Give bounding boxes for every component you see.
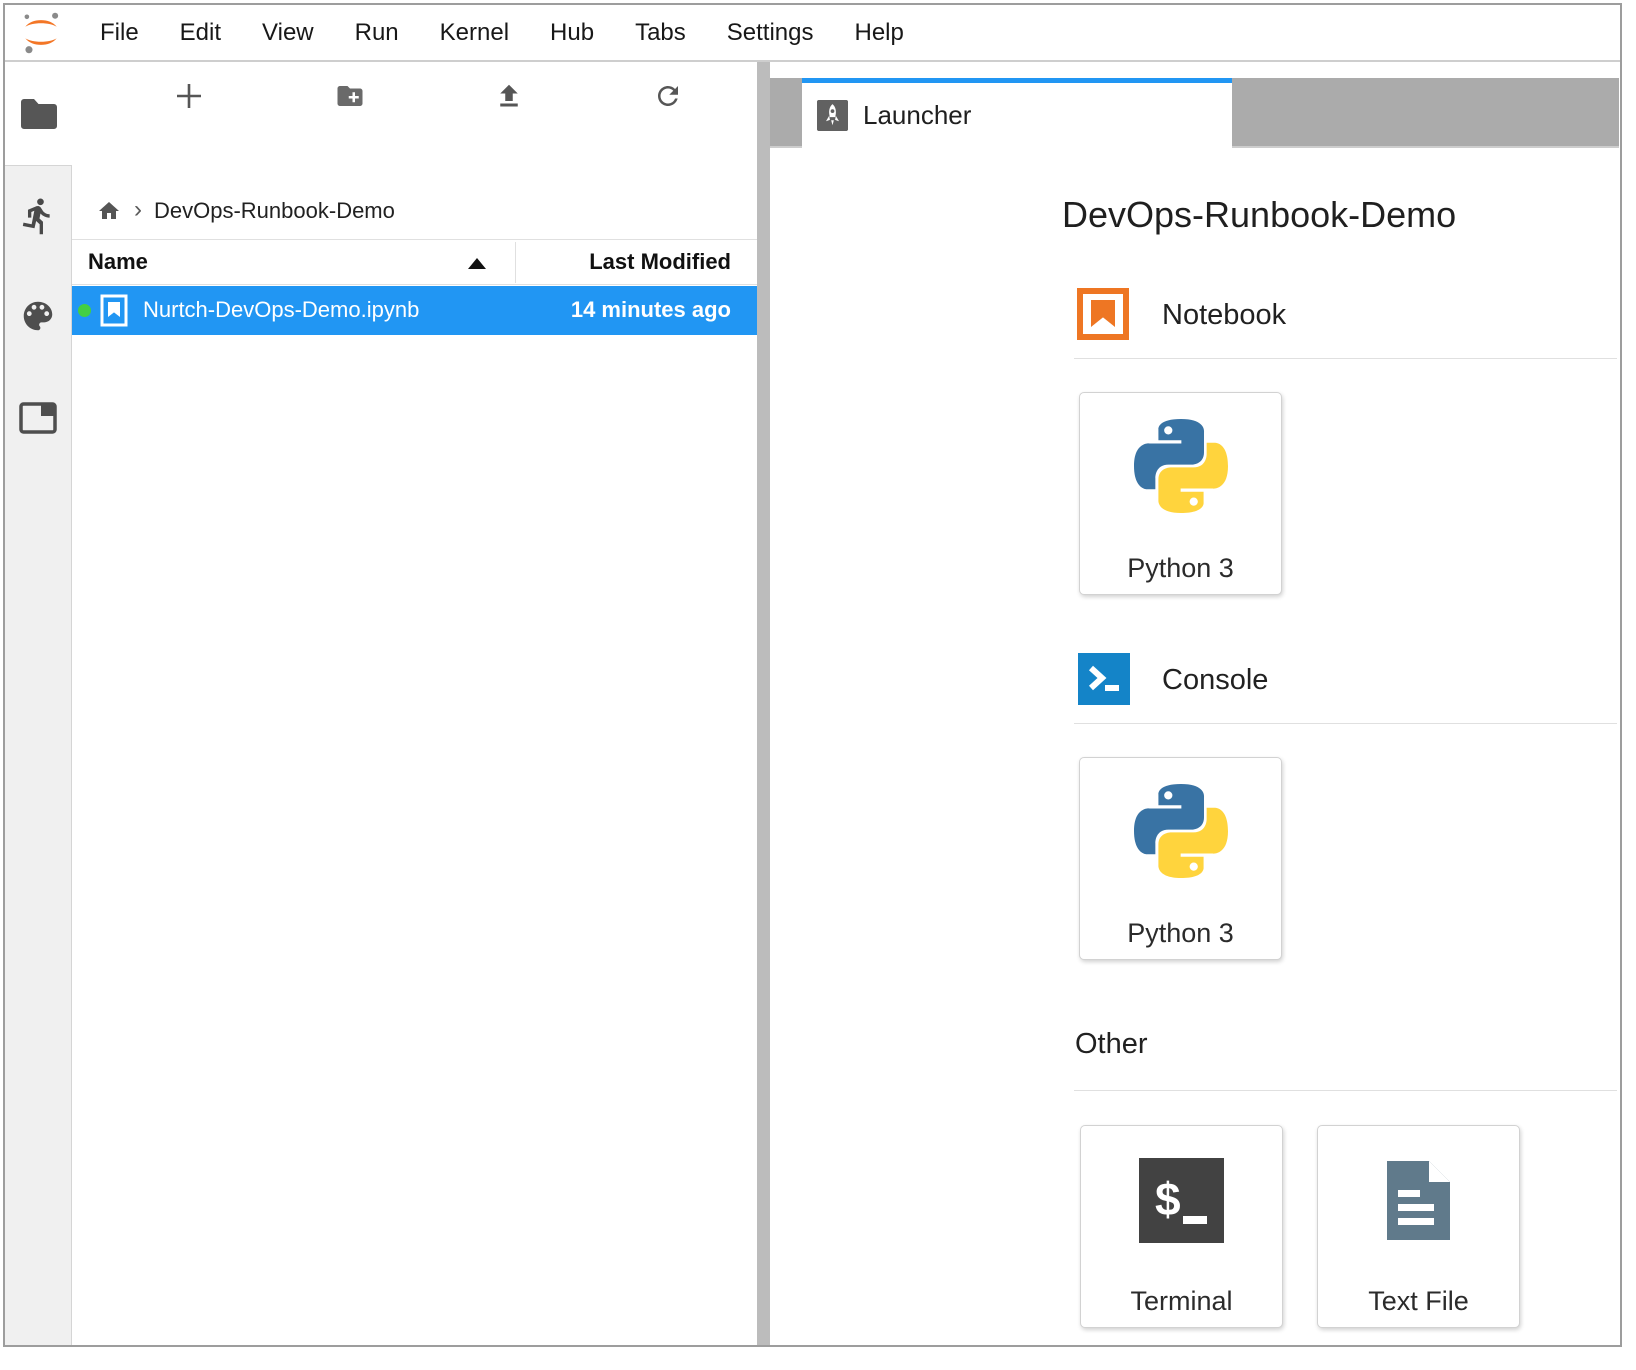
kernel-running-dot-icon [78, 304, 91, 317]
menu-bar: File Edit View Run Kernel Hub Tabs Setti… [5, 5, 1620, 62]
notebook-file-icon [100, 294, 128, 327]
plus-icon [173, 80, 205, 112]
section-label-other: Other [1075, 1028, 1148, 1061]
card-label: Python 3 [1080, 918, 1281, 949]
section-divider [1074, 723, 1617, 724]
menu-items: File Edit View Run Kernel Hub Tabs Setti… [100, 19, 904, 47]
file-browser-toolbar [72, 62, 757, 128]
sidebar-tab-commands[interactable] [5, 288, 71, 344]
file-list-header: Name Last Modified [72, 239, 757, 285]
launcher-card-console-python3[interactable]: Python 3 [1079, 757, 1282, 960]
menu-settings[interactable]: Settings [727, 19, 814, 47]
sidebar-tab-filebrowser[interactable] [5, 62, 72, 165]
refresh-button[interactable] [646, 74, 690, 118]
menu-help[interactable]: Help [854, 19, 903, 47]
text-file-icon [1376, 1158, 1461, 1243]
sort-ascending-icon[interactable] [468, 258, 486, 269]
launcher-card-notebook-python3[interactable]: Python 3 [1079, 392, 1282, 595]
folder-icon [19, 97, 59, 131]
file-last-modified: 14 minutes ago [571, 297, 731, 323]
new-folder-icon [333, 81, 367, 111]
menu-tabs[interactable]: Tabs [635, 19, 686, 47]
column-divider [515, 242, 516, 283]
section-label-notebook: Notebook [1162, 299, 1286, 332]
jupyter-logo-icon [18, 10, 64, 56]
breadcrumb-current-folder[interactable]: DevOps-Runbook-Demo [154, 198, 395, 224]
python-logo-icon [1134, 419, 1228, 513]
launcher-card-terminal[interactable]: $ Terminal [1080, 1125, 1283, 1328]
section-divider [1074, 1090, 1617, 1091]
breadcrumb: › DevOps-Runbook-Demo [96, 192, 395, 230]
notebook-section-icon [1077, 288, 1129, 340]
new-folder-button[interactable] [328, 74, 372, 118]
running-man-icon [18, 194, 58, 238]
rocket-icon [817, 100, 848, 131]
file-row-selected[interactable]: Nurtch-DevOps-Demo.ipynb 14 minutes ago [72, 286, 757, 335]
file-browser-panel: › DevOps-Runbook-Demo Name Last Modified… [72, 62, 757, 1345]
new-launcher-button[interactable] [167, 74, 211, 118]
card-label: Terminal [1081, 1286, 1282, 1317]
upload-button[interactable] [487, 74, 531, 118]
refresh-icon [653, 81, 683, 111]
launcher-title: DevOps-Runbook-Demo [1062, 194, 1456, 236]
sidebar-tab-running-sessions[interactable] [5, 188, 71, 244]
dock-tab-bar: Launcher [770, 78, 1619, 148]
file-name: Nurtch-DevOps-Demo.ipynb [143, 297, 419, 323]
card-label: Python 3 [1080, 553, 1281, 584]
sidebar-tab-open-tabs[interactable] [5, 390, 71, 446]
breadcrumb-separator: › [134, 196, 142, 224]
upload-icon [494, 81, 524, 111]
tab-launcher[interactable]: Launcher [802, 78, 1232, 148]
section-label-console: Console [1162, 664, 1268, 697]
menu-hub[interactable]: Hub [550, 19, 594, 47]
card-label: Text File [1318, 1286, 1519, 1317]
terminal-dollar-glyph: $ [1155, 1173, 1181, 1225]
column-header-last-modified[interactable]: Last Modified [589, 249, 731, 275]
menu-run[interactable]: Run [355, 19, 399, 47]
menu-kernel[interactable]: Kernel [440, 19, 509, 47]
palette-icon [19, 297, 57, 335]
panel-splitter[interactable] [757, 62, 770, 1345]
home-icon[interactable] [96, 199, 122, 223]
launcher-panel: Launcher DevOps-Runbook-Demo Notebook Py… [770, 62, 1619, 1345]
terminal-icon: $ [1139, 1158, 1224, 1243]
launcher-card-text-file[interactable]: Text File [1317, 1125, 1520, 1328]
menu-view[interactable]: View [262, 19, 314, 47]
menu-edit[interactable]: Edit [180, 19, 221, 47]
menu-file[interactable]: File [100, 19, 139, 47]
tab-launcher-label: Launcher [863, 100, 971, 131]
python-logo-icon [1134, 784, 1228, 878]
tabs-icon [18, 400, 58, 436]
sidebar [5, 165, 72, 1345]
console-section-icon [1078, 653, 1130, 705]
column-header-name[interactable]: Name [88, 249, 148, 275]
section-divider [1074, 358, 1617, 359]
